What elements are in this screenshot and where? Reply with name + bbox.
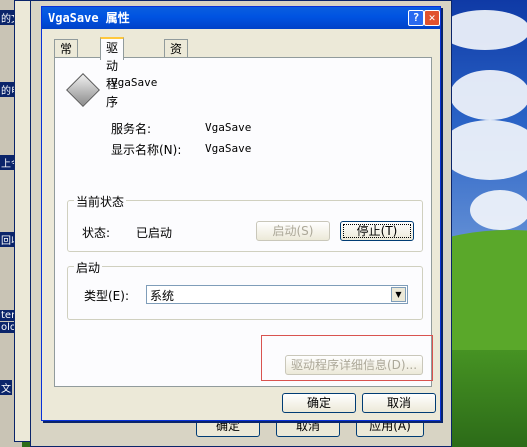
service-name-label: 服务名: [111, 122, 152, 136]
display-name-label: 显示名称(N): [111, 143, 182, 157]
highlight-box [261, 335, 433, 381]
close-icon[interactable]: ✕ [424, 10, 440, 26]
startup-type-value: 系统 [150, 289, 175, 303]
current-status-legend: 当前状态 [74, 193, 127, 210]
service-name-value: VgaSave [205, 121, 252, 134]
cloud [440, 10, 527, 50]
startup-type-select[interactable]: 系统 ▼ [146, 285, 408, 304]
status-label: 状态: [82, 226, 111, 240]
display-name-value: VgaSave [205, 142, 252, 155]
chevron-down-icon[interactable]: ▼ [391, 287, 406, 302]
properties-dialog: VgaSave 属性 ? ✕ 常规 驱动程序 资源 VgaSave 服务名: V… [41, 6, 441, 421]
stop-service-button[interactable]: 停止(T) [340, 221, 414, 241]
cancel-button[interactable]: 取消 [362, 393, 436, 413]
startup-group: 启动 类型(E): 系统 ▼ [67, 259, 423, 320]
status-value: 已启动 [136, 226, 173, 240]
startup-type-label: 类型(E): [84, 289, 129, 303]
start-service-button[interactable]: 启动(S) [256, 221, 330, 241]
cloud [450, 70, 527, 120]
ok-button[interactable]: 确定 [282, 393, 356, 413]
tab-resources[interactable]: 资源 [164, 39, 189, 74]
startup-legend: 启动 [74, 259, 103, 276]
tab-general[interactable]: 常规 [54, 39, 79, 74]
current-status-group: 当前状态 状态: 已启动 启动(S) 停止(T) [67, 193, 423, 252]
dialog-title: VgaSave 属性 [48, 11, 130, 25]
desktop-icon-label[interactable]: 文 [0, 380, 12, 395]
cloud [470, 190, 527, 230]
tab-driver[interactable]: 驱动程序 [100, 37, 125, 109]
help-icon[interactable]: ? [408, 10, 424, 26]
device-icon [66, 73, 100, 107]
dialog-titlebar[interactable]: VgaSave 属性 ? ✕ [42, 7, 440, 29]
